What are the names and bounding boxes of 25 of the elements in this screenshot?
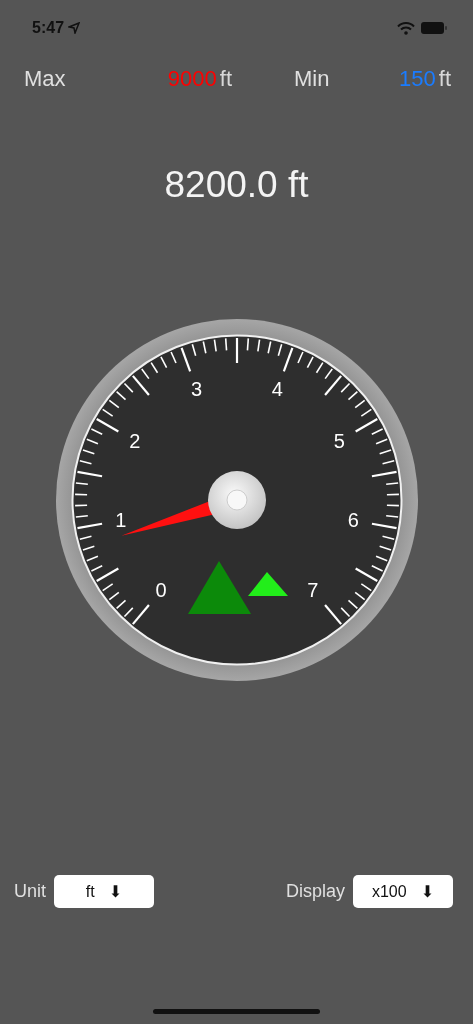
scale-label: 3 xyxy=(190,378,202,401)
status-time: 5:47 xyxy=(32,19,65,37)
limit-unit: ft xyxy=(219,66,232,92)
dropdown-button[interactable]: x100 ⬇ xyxy=(353,875,453,908)
mountain-icon xyxy=(187,561,288,614)
battery-icon xyxy=(421,22,447,34)
needle-hub xyxy=(207,471,266,529)
scale-label: 4 xyxy=(271,378,283,401)
wifi-icon xyxy=(397,21,415,35)
scale-label: 1 xyxy=(114,509,126,532)
limit-unit: ft xyxy=(438,66,451,92)
dropdown-button[interactable]: ft ⬇ xyxy=(54,875,154,908)
scale-label: 5 xyxy=(333,430,345,452)
scale-label: 7 xyxy=(306,579,318,602)
limit-value: 9000 xyxy=(167,66,217,92)
altitude-reading: 8200.0 ft xyxy=(164,164,309,206)
scale-label: 6 xyxy=(347,509,359,532)
limit-label: Max xyxy=(24,66,66,92)
location-arrow-icon xyxy=(68,22,81,34)
limit-value: 150 xyxy=(399,66,436,92)
limit-label: Min xyxy=(293,66,330,92)
control-label: Display xyxy=(285,881,345,902)
scale-label: 0 xyxy=(155,579,167,602)
scale-label: 2 xyxy=(128,430,140,452)
control-label: Unit xyxy=(14,881,46,902)
